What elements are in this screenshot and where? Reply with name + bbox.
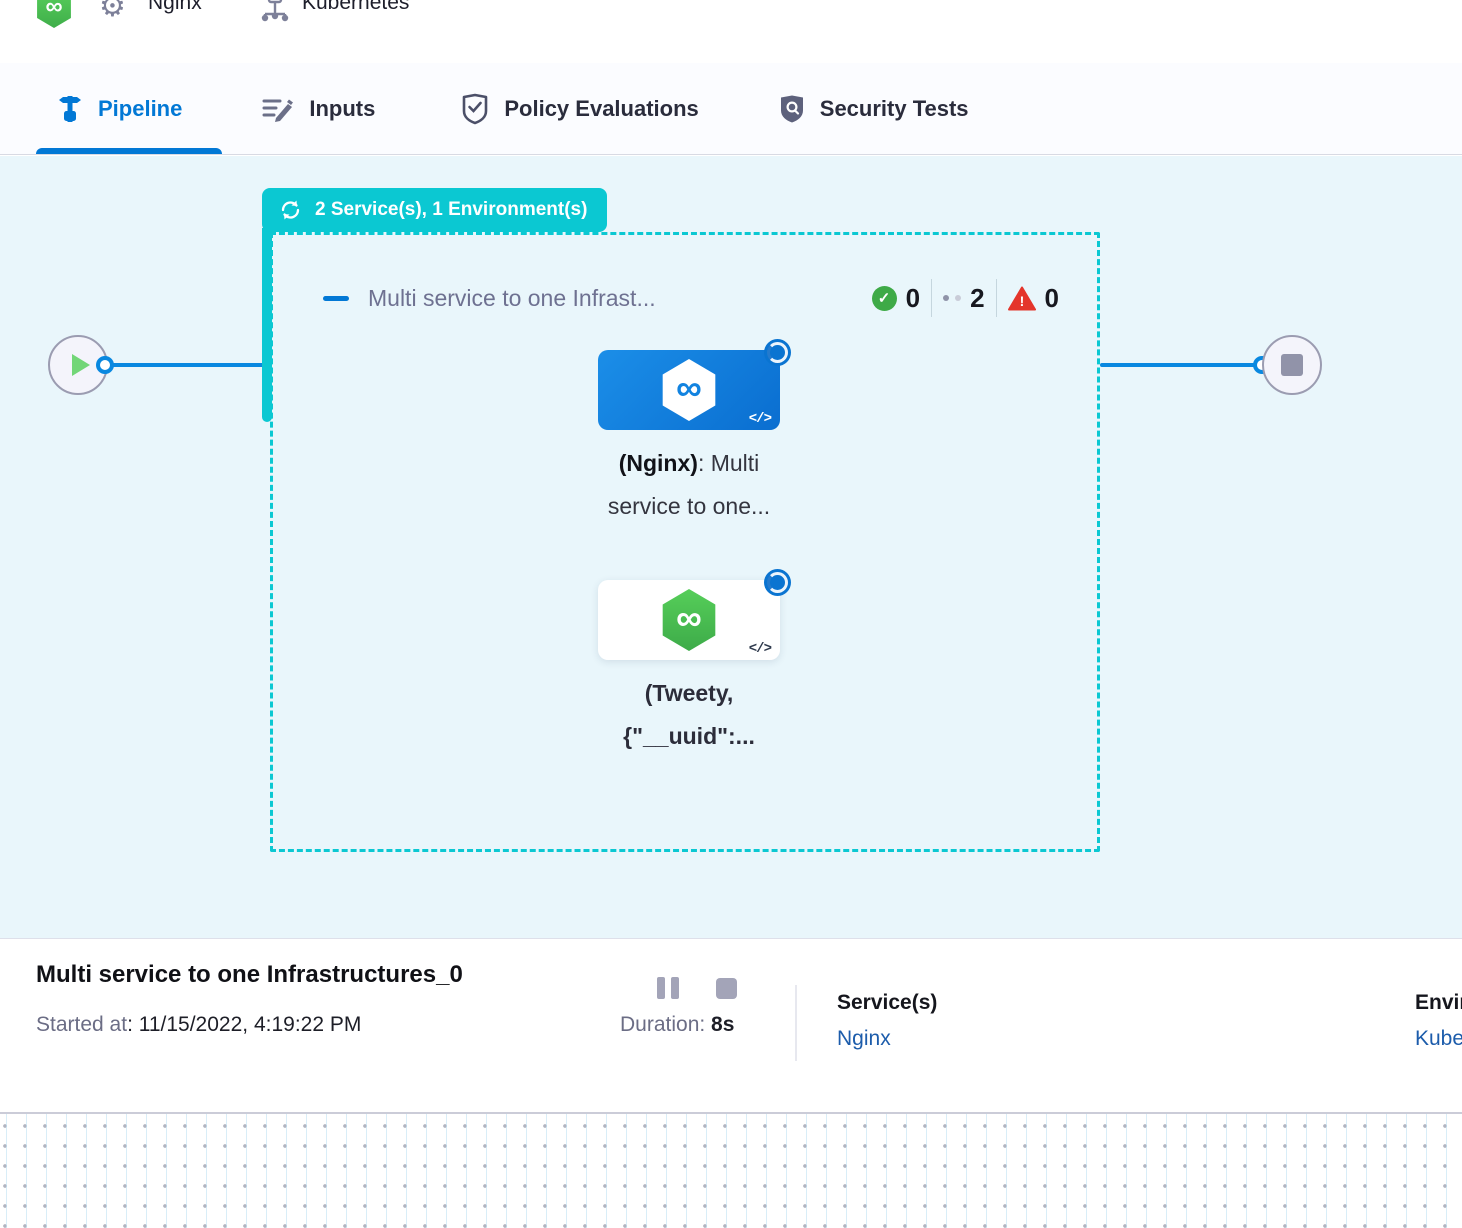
tab-label: Security Tests bbox=[820, 96, 969, 122]
footer-divider bbox=[795, 985, 797, 1061]
pause-button[interactable] bbox=[657, 977, 679, 999]
pipeline-canvas[interactable]: 2 Service(s), 1 Environment(s) Multi ser… bbox=[0, 156, 1462, 938]
edge-start-to-stage bbox=[105, 363, 267, 367]
failed-count: 0 bbox=[1045, 283, 1059, 314]
shield-scan-icon bbox=[779, 94, 805, 124]
tab-bar: Pipeline Inputs bbox=[0, 63, 1462, 155]
harness-service-icon: ∞ bbox=[661, 589, 717, 651]
harness-service-icon: ∞ bbox=[661, 359, 717, 421]
start-connector-port bbox=[96, 356, 114, 374]
infinity-glyph: ∞ bbox=[45, 0, 62, 19]
code-icon: </> bbox=[749, 641, 771, 657]
duration: Duration: 8s bbox=[620, 1013, 734, 1037]
stage-header: Multi service to one Infrast... ✓ 0 2 ! bbox=[323, 272, 1059, 324]
pipeline-execution-page: ∞ ⚙ Nginx Kubernetes bbox=[0, 0, 1462, 1228]
gear-icon: ⚙ bbox=[99, 0, 126, 22]
running-icon bbox=[943, 295, 961, 301]
inputs-icon bbox=[262, 96, 294, 122]
running-count: 2 bbox=[970, 283, 984, 314]
environments-value-link[interactable]: Kubernetes bbox=[1415, 1027, 1462, 1051]
edge-stage-to-end bbox=[1100, 363, 1258, 367]
stop-icon bbox=[1281, 354, 1303, 376]
tab-inputs[interactable]: Inputs bbox=[262, 96, 375, 122]
execution-summary-bar: Multi service to one Infrastructures_0 S… bbox=[0, 938, 1462, 1112]
code-icon: </> bbox=[749, 411, 771, 427]
stage-group-badge[interactable]: 2 Service(s), 1 Environment(s) bbox=[262, 188, 607, 232]
services-label: Service(s) bbox=[837, 991, 937, 1015]
harness-logo-icon: ∞ bbox=[36, 0, 72, 28]
environment-context-label[interactable]: Kubernetes bbox=[302, 0, 409, 15]
success-icon: ✓ bbox=[872, 286, 897, 311]
stop-button[interactable] bbox=[716, 978, 737, 999]
active-tab-indicator bbox=[36, 148, 222, 154]
tab-policy-evaluations[interactable]: Policy Evaluations bbox=[461, 93, 698, 125]
shield-check-icon bbox=[461, 93, 489, 125]
context-bar: ∞ ⚙ Nginx Kubernetes bbox=[0, 0, 1462, 63]
service-node-nginx[interactable]: ∞ </> bbox=[598, 350, 780, 430]
service-node-tweety[interactable]: ∞ </> bbox=[598, 580, 780, 660]
stage-group-left-bar bbox=[262, 228, 272, 422]
log-canvas-grid[interactable] bbox=[0, 1112, 1462, 1228]
svg-text:!: ! bbox=[1019, 293, 1024, 309]
tab-label: Inputs bbox=[309, 96, 375, 122]
tab-pipeline[interactable]: Pipeline bbox=[57, 92, 182, 126]
success-count: 0 bbox=[906, 283, 920, 314]
running-spinner-icon bbox=[764, 339, 791, 366]
tab-label: Pipeline bbox=[98, 96, 182, 122]
loop-icon bbox=[278, 199, 303, 221]
warning-icon: ! bbox=[1008, 286, 1036, 311]
pipeline-end-node[interactable] bbox=[1262, 335, 1322, 395]
play-icon bbox=[72, 354, 90, 376]
tab-label: Policy Evaluations bbox=[504, 96, 698, 122]
node-label-nginx[interactable]: (Nginx): Multi service to one... bbox=[589, 442, 789, 528]
pipeline-icon bbox=[57, 92, 83, 126]
running-spinner-icon bbox=[764, 569, 791, 596]
stage-status-counts: ✓ 0 2 ! 0 bbox=[872, 279, 1059, 317]
stage-group-badge-label: 2 Service(s), 1 Environment(s) bbox=[315, 199, 587, 221]
environments-label: Environment(s) bbox=[1415, 991, 1462, 1015]
tab-security-tests[interactable]: Security Tests bbox=[779, 94, 969, 124]
stage-group-boundary bbox=[270, 232, 1100, 852]
started-at: Started at: 11/15/2022, 4:19:22 PM bbox=[36, 1013, 361, 1037]
services-value-link[interactable]: Nginx bbox=[837, 1027, 891, 1051]
execution-title: Multi service to one Infrastructures_0 bbox=[36, 961, 463, 989]
stage-title[interactable]: Multi service to one Infrast... bbox=[368, 285, 872, 312]
service-context-label[interactable]: Nginx bbox=[148, 0, 202, 15]
node-label-tweety[interactable]: (Tweety, {"__uuid":... bbox=[569, 672, 809, 758]
collapse-icon[interactable] bbox=[323, 296, 349, 301]
kubernetes-icon bbox=[259, 0, 291, 24]
